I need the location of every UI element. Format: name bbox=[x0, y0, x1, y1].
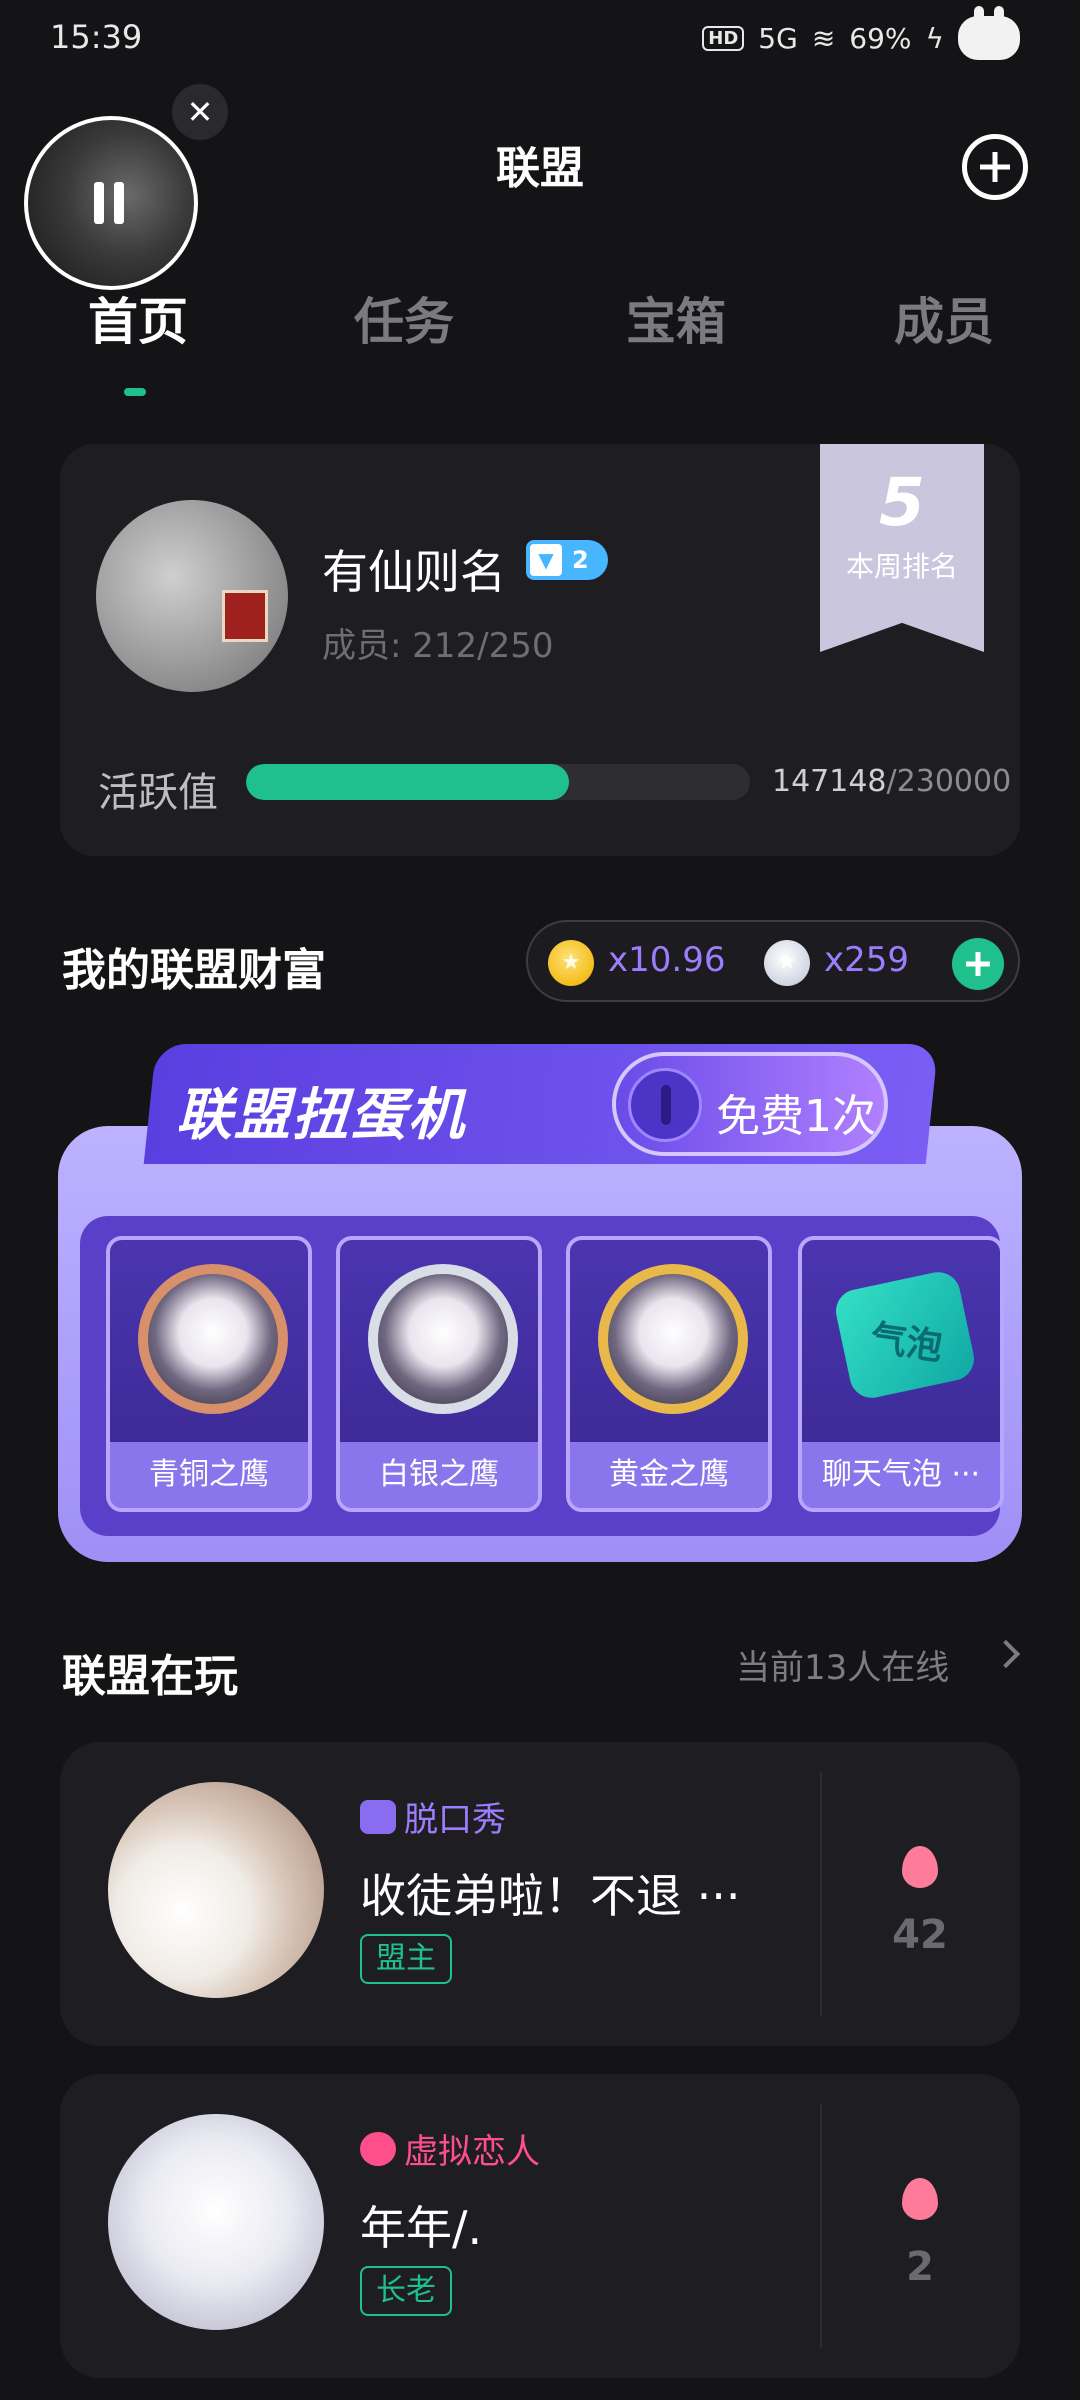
chat-bubble-puzzle-icon: 气泡 bbox=[831, 1268, 979, 1402]
prize-gold-eagle[interactable]: 黄金之鹰 bbox=[566, 1236, 772, 1512]
room-category: 脱口秀 bbox=[360, 1792, 506, 1841]
room-card[interactable]: 虚拟恋人 年年/. 长老 2 bbox=[60, 2074, 1020, 2378]
prize-bronze-eagle[interactable]: 青铜之鹰 bbox=[106, 1236, 312, 1512]
flame-icon bbox=[902, 1846, 938, 1888]
room-category-label: 虚拟恋人 bbox=[404, 2132, 540, 2172]
bronze-avatar-frame-icon bbox=[138, 1264, 288, 1414]
room-card[interactable]: 脱口秀 收徒弟啦！不退 ··· 盟主 42 bbox=[60, 1742, 1020, 2046]
activity-value: 147148/230000 bbox=[772, 764, 1011, 799]
chevron-right-icon[interactable] bbox=[991, 1639, 1021, 1669]
activity-label: 活跃值 bbox=[98, 770, 218, 816]
playing-title: 联盟在玩 bbox=[62, 1651, 238, 1702]
activity-total: /230000 bbox=[886, 764, 1012, 799]
phone-icon bbox=[360, 2131, 396, 2166]
room-avatar bbox=[108, 1782, 324, 1998]
plus-circle-icon[interactable] bbox=[962, 134, 1028, 200]
prize-silver-eagle[interactable]: 白银之鹰 bbox=[336, 1236, 542, 1512]
charging-icon: ϟ bbox=[925, 21, 944, 55]
knob-icon bbox=[628, 1068, 702, 1142]
status-icons: HD 5G ≋ 69% ϟ bbox=[702, 6, 1020, 60]
alliance-avatar bbox=[96, 500, 288, 692]
wealth-pill[interactable]: x10.96 x259 bbox=[526, 920, 1020, 1002]
puzzle-text: 气泡 bbox=[868, 1317, 946, 1369]
prize-chat-bubble[interactable]: 气泡 聊天气泡 ··· bbox=[798, 1236, 1004, 1512]
bunny-icon bbox=[958, 6, 1020, 60]
weekly-rank-ribbon: 5 本周排名 bbox=[820, 444, 984, 652]
pause-icon[interactable] bbox=[94, 182, 124, 224]
talk-show-icon bbox=[360, 1799, 396, 1834]
gold-avatar-frame-icon bbox=[598, 1264, 748, 1414]
close-icon[interactable]: ✕ bbox=[172, 84, 228, 140]
status-bar: 15:39 HD 5G ≋ 69% ϟ bbox=[0, 0, 1080, 72]
activity-progress-bar bbox=[246, 764, 750, 800]
online-count[interactable]: 当前13人在线 bbox=[736, 1640, 949, 1689]
role-badge: 盟主 bbox=[360, 1934, 452, 1984]
gold-amount: x10.96 bbox=[608, 940, 726, 980]
alliance-name: 有仙则名 bbox=[322, 545, 506, 599]
activity-progress-fill bbox=[246, 764, 569, 800]
tab-bar: 首页 任务 宝箱 成员 bbox=[0, 282, 1080, 362]
prize-label: 白银之鹰 bbox=[340, 1442, 538, 1508]
book-icon: ▼ bbox=[530, 544, 562, 576]
room-title: 收徒弟啦！不退 ··· bbox=[360, 1869, 741, 1923]
prize-label: 青铜之鹰 bbox=[110, 1442, 308, 1508]
tab-chest[interactable]: 宝箱 bbox=[626, 282, 726, 354]
free-spin-label: 免费1次 bbox=[716, 1091, 876, 1142]
room-category-label: 脱口秀 bbox=[404, 1800, 506, 1840]
gacha-title: 联盟扭蛋机 bbox=[176, 1083, 466, 1148]
activity-current: 147148 bbox=[772, 764, 887, 799]
gold-coin-icon bbox=[548, 940, 594, 986]
silver-amount: x259 bbox=[824, 940, 910, 980]
tab-tasks[interactable]: 任务 bbox=[354, 282, 454, 354]
divider bbox=[820, 1772, 822, 2016]
room-avatar bbox=[108, 2114, 324, 2330]
heat-count: 42 bbox=[892, 1912, 948, 1958]
level-value: 2 bbox=[572, 546, 589, 574]
add-wealth-button[interactable] bbox=[952, 938, 1004, 990]
wealth-title: 我的联盟财富 bbox=[62, 945, 326, 996]
seal-icon bbox=[222, 590, 268, 642]
flame-icon bbox=[902, 2178, 938, 2220]
level-badge: ▼ 2 bbox=[526, 540, 608, 580]
prize-label: 黄金之鹰 bbox=[570, 1442, 768, 1508]
role-badge: 长老 bbox=[360, 2266, 452, 2316]
battery-level: 69% bbox=[849, 21, 912, 55]
heat-count: 2 bbox=[906, 2244, 934, 2290]
silver-coin-icon bbox=[764, 940, 810, 986]
hd-icon: HD bbox=[702, 25, 745, 51]
tab-home[interactable]: 首页 bbox=[88, 282, 188, 354]
weekly-rank-number: 5 bbox=[879, 464, 925, 541]
wifi-icon: ≋ bbox=[811, 21, 836, 55]
alliance-card[interactable]: 有仙则名 ▼ 2 成员: 212/250 5 本周排名 活跃值 147148/2… bbox=[60, 444, 1020, 856]
member-count: 成员: 212/250 bbox=[322, 626, 554, 666]
divider bbox=[820, 2104, 822, 2348]
room-category: 虚拟恋人 bbox=[360, 2124, 540, 2173]
tab-members[interactable]: 成员 bbox=[894, 282, 994, 354]
silver-avatar-frame-icon bbox=[368, 1264, 518, 1414]
free-spin-button[interactable]: 免费1次 bbox=[612, 1052, 888, 1156]
floating-player[interactable] bbox=[24, 116, 198, 290]
status-time: 15:39 bbox=[50, 18, 143, 56]
weekly-rank-label: 本周排名 bbox=[845, 550, 958, 583]
room-title: 年年/. bbox=[360, 2201, 483, 2255]
signal-icon: 5G bbox=[758, 21, 798, 55]
prize-label: 聊天气泡 ··· bbox=[802, 1442, 1000, 1508]
tab-indicator bbox=[124, 388, 146, 396]
